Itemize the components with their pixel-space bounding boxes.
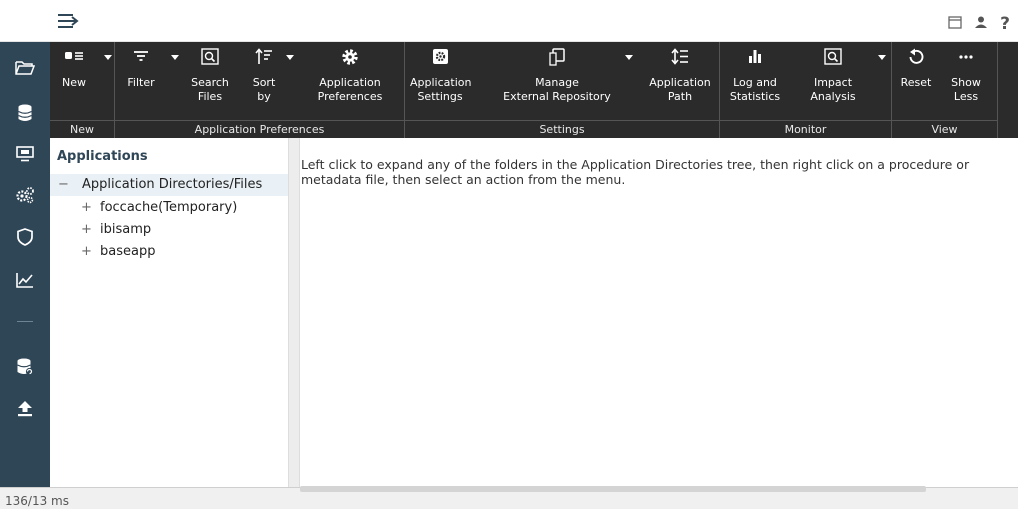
applications-tree-panel: Applications − Application Directories/Fi… [50,138,288,487]
collapse-icon[interactable]: − [58,177,74,192]
log-and-statistics-label: Log and Statistics [729,76,781,103]
reset-label: Reset [900,76,932,89]
manage-external-repository-label: Manage External Repository [503,76,611,103]
group-label-monitor: Monitor [720,120,891,138]
tree-node-label: foccache(Temporary) [100,200,238,215]
new-label: New [62,76,86,89]
window-icon[interactable] [948,15,962,32]
user-icon[interactable] [974,15,988,32]
search-files-label: Search Files [191,76,229,103]
sort-icon [245,42,283,76]
group-label-app-preferences: Application Preferences [115,120,404,138]
impact-analysis-icon [800,42,866,76]
search-files-button[interactable]: Search Files [185,42,235,118]
group-label-settings: Settings [405,120,719,138]
bar-chart-icon [725,42,785,76]
application-path-button[interactable]: Application Path [645,42,715,118]
tree-node[interactable]: + baseapp [81,244,155,259]
new-icon [54,42,94,76]
horizontal-scrollbar[interactable] [300,486,926,492]
tree-node[interactable]: + ibisamp [81,222,151,237]
filter-button[interactable]: Filter [123,42,159,118]
rail-divider [17,321,33,322]
impact-dropdown-caret[interactable] [878,55,886,60]
reset-icon [894,42,938,76]
ribbon-group-settings: Application Settings Manage External Rep… [405,42,720,138]
group-label-new: New [50,120,114,138]
search-files-icon [185,42,235,76]
upload-icon[interactable] [13,396,37,420]
application-path-label: Application Path [649,76,711,103]
monitor-icon[interactable] [13,142,37,166]
expand-icon[interactable]: + [81,244,97,259]
tree-title: Applications [57,149,148,164]
group-label-view: View [892,120,997,138]
impact-analysis-label: Impact Analysis [810,76,856,103]
ribbon-group-app-preferences: Filter Search Files Sort by Application … [115,42,405,138]
database-sync-icon[interactable] [13,355,37,379]
sort-dropdown-caret[interactable] [286,55,294,60]
folder-icon[interactable] [13,56,37,80]
help-text: Left click to expand any of the folders … [301,157,970,187]
tree-root-node[interactable]: − Application Directories/Files [58,177,262,192]
sort-by-label: Sort by [252,76,276,103]
gear-icon [305,42,395,76]
hamburger-arrow-icon[interactable] [57,11,79,31]
expand-icon[interactable]: + [81,222,97,237]
impact-analysis-button[interactable]: Impact Analysis [800,42,866,118]
path-icon [645,42,715,76]
filter-dropdown-caret[interactable] [171,55,179,60]
response-time: 136/13 ms [5,494,69,508]
repository-icon [493,42,621,76]
database-icon[interactable] [13,101,37,125]
shield-icon[interactable] [13,225,37,249]
application-settings-label: Application Settings [410,76,472,103]
main-content-area: Left click to expand any of the folders … [300,138,1018,487]
more-icon [946,42,986,76]
chart-line-icon[interactable] [13,268,37,292]
log-and-statistics-button[interactable]: Log and Statistics [725,42,785,118]
settings-box-icon [410,42,470,76]
reset-button[interactable]: Reset [894,42,938,118]
sort-by-button[interactable]: Sort by [245,42,283,118]
filter-icon [123,42,159,76]
tree-node-label: baseapp [100,244,156,259]
help-icon[interactable]: ? [1000,15,1010,32]
expand-icon[interactable]: + [81,200,97,215]
new-button[interactable]: New [54,42,94,118]
ribbon-toolbar: New New Filter Search Files Sort by Appl… [50,42,1018,138]
panel-splitter[interactable] [288,138,300,487]
filter-label: Filter [127,76,155,89]
gears-icon[interactable] [13,183,37,207]
application-settings-button[interactable]: Application Settings [410,42,472,118]
show-less-label: Show Less [951,76,981,103]
left-nav-rail [0,42,50,487]
tree-node-label: ibisamp [100,222,152,237]
repository-dropdown-caret[interactable] [625,55,633,60]
new-dropdown-caret[interactable] [104,55,112,60]
ribbon-group-view: Reset Show Less View [892,42,998,138]
ribbon-group-new: New New [50,42,115,138]
show-less-button[interactable]: Show Less [946,42,986,118]
manage-external-repository-button[interactable]: Manage External Repository [493,42,621,118]
top-bar: ? [0,0,1018,42]
ribbon-group-monitor: Log and Statistics Impact Analysis Monit… [720,42,892,138]
application-preferences-button[interactable]: Application Preferences [305,42,395,118]
tree-root-label: Application Directories/Files [82,177,263,192]
application-preferences-label: Application Preferences [317,76,383,103]
tree-node[interactable]: + foccache(Temporary) [81,200,237,215]
